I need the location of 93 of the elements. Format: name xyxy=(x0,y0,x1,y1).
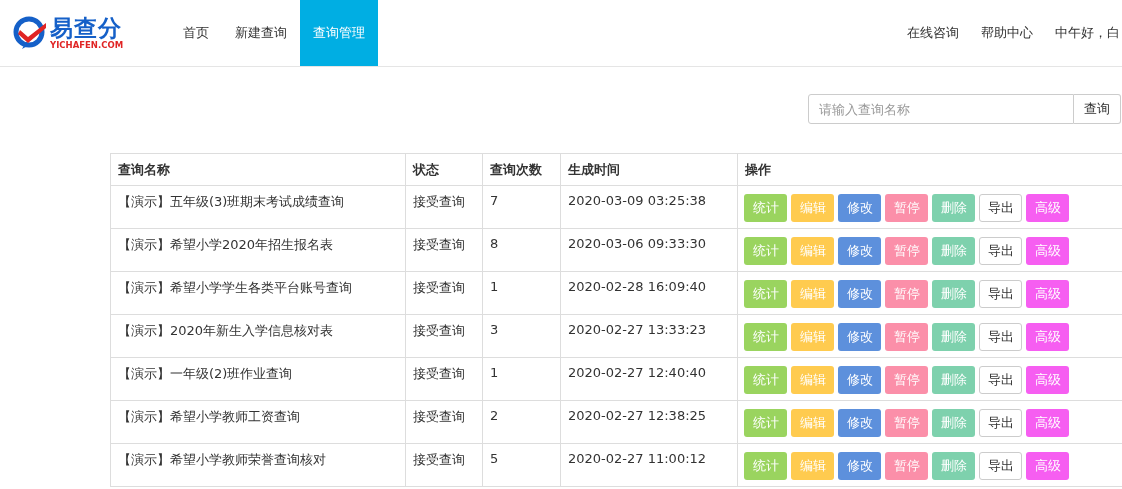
action-button[interactable]: 暂停 xyxy=(885,237,928,265)
query-name-cell: 【演示】希望小学教师工资查询 xyxy=(110,400,406,444)
header-link[interactable]: 在线咨询 xyxy=(907,24,959,42)
header-link[interactable]: 帮助中心 xyxy=(981,24,1033,42)
count-cell: 7 xyxy=(482,185,561,229)
action-button[interactable]: 删除 xyxy=(932,452,975,480)
time-cell: 2020-03-06 09:33:30 xyxy=(560,228,738,272)
action-button[interactable]: 修改 xyxy=(838,323,881,351)
nav-tab[interactable]: 查询管理 xyxy=(300,0,378,66)
query-name-cell: 【演示】五年级(3)班期末考试成绩查询 xyxy=(110,185,406,229)
count-cell: 1 xyxy=(482,357,561,401)
action-button[interactable]: 导出 xyxy=(979,237,1022,265)
action-button[interactable]: 修改 xyxy=(838,366,881,394)
count-cell: 2 xyxy=(482,400,561,444)
status-cell: 接受查询 xyxy=(405,314,483,358)
action-button[interactable]: 高级 xyxy=(1026,409,1069,437)
column-header: 查询次数 xyxy=(482,153,561,186)
action-button[interactable]: 暂停 xyxy=(885,194,928,222)
logo-text: 易查分 xyxy=(50,16,122,40)
action-button[interactable]: 修改 xyxy=(838,237,881,265)
search-field[interactable]: 请输入查询名称 xyxy=(808,94,1074,124)
action-button[interactable]: 删除 xyxy=(932,280,975,308)
query-name-cell: 【演示】希望小学2020年招生报名表 xyxy=(110,228,406,272)
status-cell: 接受查询 xyxy=(405,271,483,315)
status-cell: 接受查询 xyxy=(405,443,483,487)
column-header: 生成时间 xyxy=(560,153,738,186)
action-button[interactable]: 删除 xyxy=(932,237,975,265)
action-button[interactable]: 高级 xyxy=(1026,194,1069,222)
column-header: 状态 xyxy=(405,153,483,186)
column-header: 操作 xyxy=(737,153,1122,186)
status-cell: 接受查询 xyxy=(405,185,483,229)
action-button[interactable]: 导出 xyxy=(979,409,1022,437)
action-button[interactable]: 修改 xyxy=(838,452,881,480)
action-button[interactable]: 统计 xyxy=(744,237,787,265)
action-button[interactable]: 统计 xyxy=(744,280,787,308)
query-name-cell: 【演示】希望小学教师荣誉查询核对 xyxy=(110,443,406,487)
time-cell: 2020-02-27 13:33:23 xyxy=(560,314,738,358)
action-button[interactable]: 统计 xyxy=(744,323,787,351)
time-cell: 2020-02-27 12:38:25 xyxy=(560,400,738,444)
action-button[interactable]: 暂停 xyxy=(885,409,928,437)
action-button[interactable]: 导出 xyxy=(979,366,1022,394)
action-button[interactable]: 暂停 xyxy=(885,366,928,394)
action-button[interactable]: 修改 xyxy=(838,280,881,308)
count-cell: 3 xyxy=(482,314,561,358)
action-button[interactable]: 高级 xyxy=(1026,323,1069,351)
query-name-cell: 【演示】2020年新生入学信息核对表 xyxy=(110,314,406,358)
column-header: 查询名称 xyxy=(110,153,406,186)
action-button[interactable]: 高级 xyxy=(1026,280,1069,308)
search-button[interactable]: 查询 xyxy=(1074,94,1121,124)
action-button[interactable]: 编辑 xyxy=(791,409,834,437)
action-button[interactable]: 暂停 xyxy=(885,452,928,480)
status-cell: 接受查询 xyxy=(405,228,483,272)
time-cell: 2020-03-09 03:25:38 xyxy=(560,185,738,229)
action-button[interactable]: 统计 xyxy=(744,409,787,437)
nav-tab[interactable]: 首页 xyxy=(170,0,222,66)
logo-domain: YICHAFEN.COM xyxy=(50,40,124,50)
action-button[interactable]: 编辑 xyxy=(791,194,834,222)
action-button[interactable]: 删除 xyxy=(932,366,975,394)
action-button[interactable]: 暂停 xyxy=(885,280,928,308)
count-cell: 1 xyxy=(482,271,561,315)
count-cell: 8 xyxy=(482,228,561,272)
query-name-cell: 【演示】一年级(2)班作业查询 xyxy=(110,357,406,401)
action-button[interactable]: 修改 xyxy=(838,409,881,437)
action-button[interactable]: 修改 xyxy=(838,194,881,222)
action-button[interactable]: 导出 xyxy=(979,452,1022,480)
count-cell: 5 xyxy=(482,443,561,487)
query-name-cell: 【演示】希望小学学生各类平台账号查询 xyxy=(110,271,406,315)
action-button[interactable]: 删除 xyxy=(932,323,975,351)
action-button[interactable]: 编辑 xyxy=(791,452,834,480)
action-button[interactable]: 导出 xyxy=(979,194,1022,222)
nav-tab[interactable]: 新建查询 xyxy=(222,0,300,66)
time-cell: 2020-02-27 11:00:12 xyxy=(560,443,738,487)
action-button[interactable]: 编辑 xyxy=(791,237,834,265)
action-button[interactable]: 高级 xyxy=(1026,366,1069,394)
action-button[interactable]: 编辑 xyxy=(791,280,834,308)
action-button[interactable]: 统计 xyxy=(744,452,787,480)
status-cell: 接受查询 xyxy=(405,400,483,444)
logo-icon xyxy=(12,15,48,51)
action-button[interactable]: 删除 xyxy=(932,409,975,437)
time-cell: 2020-02-28 16:09:40 xyxy=(560,271,738,315)
action-button[interactable]: 删除 xyxy=(932,194,975,222)
action-button[interactable]: 高级 xyxy=(1026,237,1069,265)
action-button[interactable]: 编辑 xyxy=(791,366,834,394)
time-cell: 2020-02-27 12:40:40 xyxy=(560,357,738,401)
action-button[interactable]: 统计 xyxy=(744,366,787,394)
status-cell: 接受查询 xyxy=(405,357,483,401)
greeting-text: 中午好，白 xyxy=(1055,24,1120,42)
action-button[interactable]: 编辑 xyxy=(791,323,834,351)
action-button[interactable]: 导出 xyxy=(979,323,1022,351)
action-button[interactable]: 高级 xyxy=(1026,452,1069,480)
action-button[interactable]: 暂停 xyxy=(885,323,928,351)
action-button[interactable]: 导出 xyxy=(979,280,1022,308)
action-button[interactable]: 统计 xyxy=(744,194,787,222)
